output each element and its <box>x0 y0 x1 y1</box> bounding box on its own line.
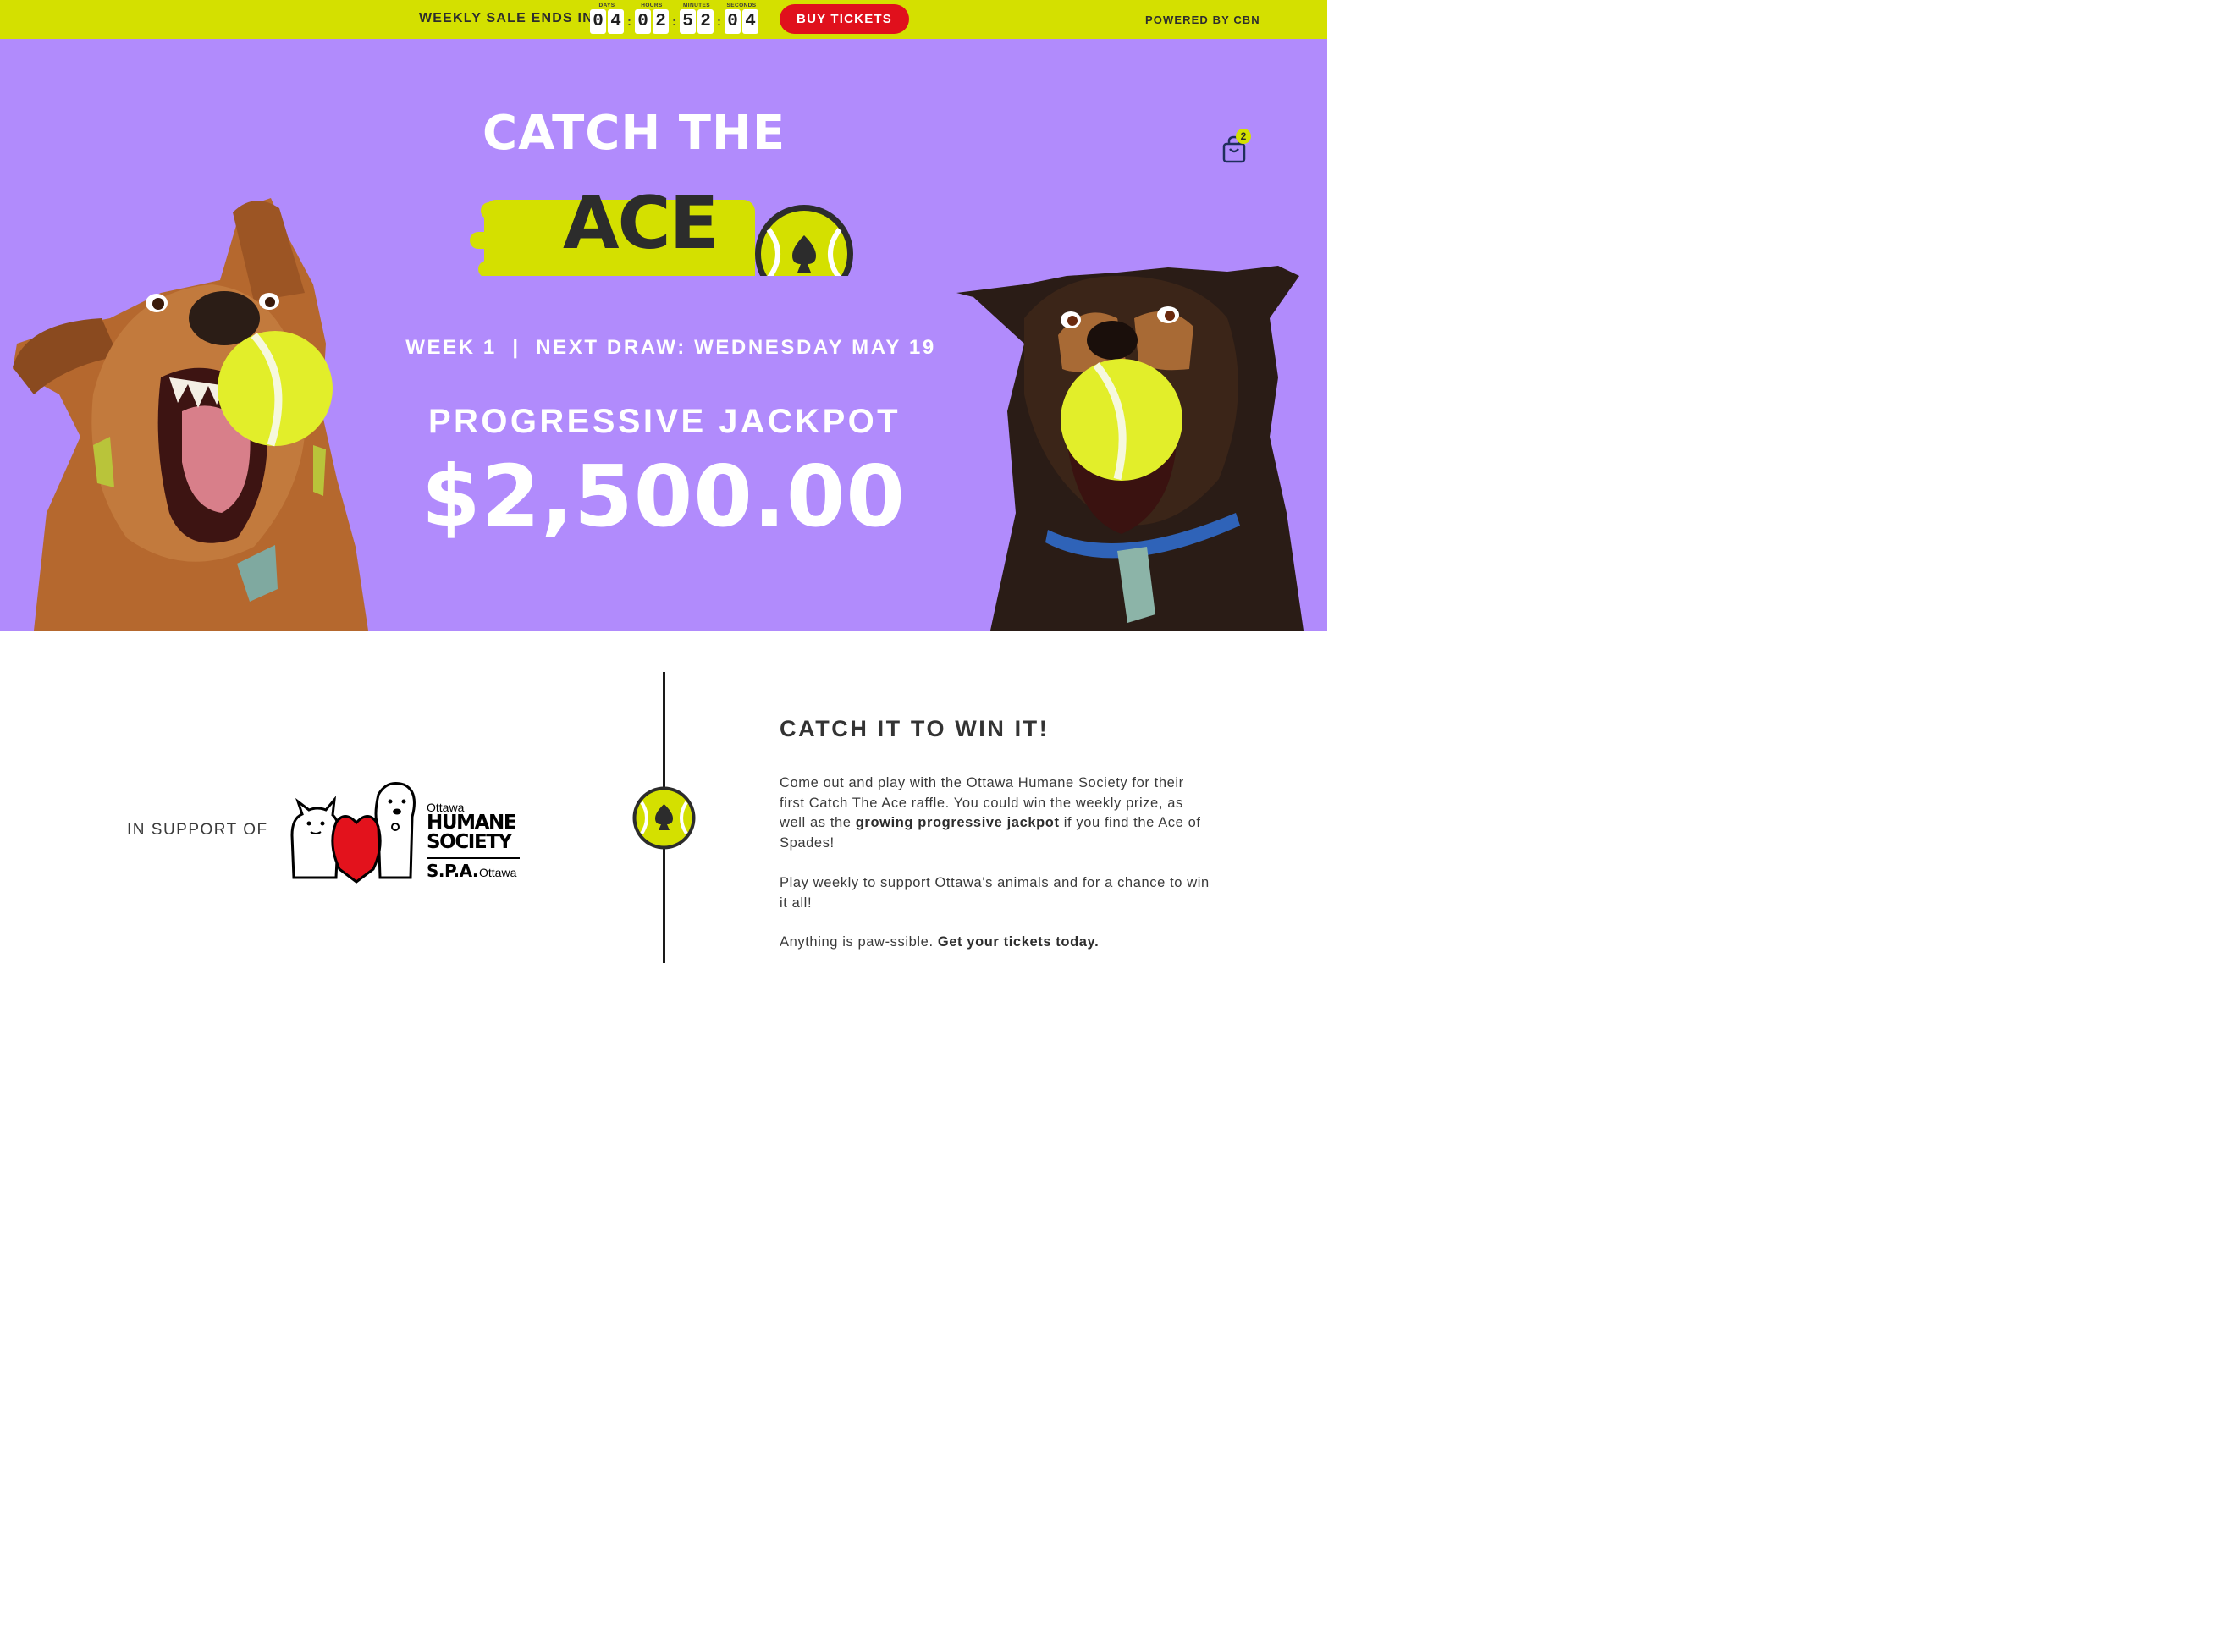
countdown-separator: : <box>717 14 721 28</box>
countdown-digit: 0 <box>590 9 606 34</box>
countdown-seconds-label: SECONDS <box>726 3 757 8</box>
next-draw-info: WEEK 1 | NEXT DRAW: WEDNESDAY MAY 19 <box>405 336 936 359</box>
countdown-digit: 2 <box>653 9 669 34</box>
countdown-digit: 4 <box>608 9 624 34</box>
logo-ottawa-text: Ottawa <box>479 866 517 879</box>
countdown-digit: 4 <box>742 9 758 34</box>
hero-banner: CATCH THE ACE 2 WEEK 1 | NEXT DRAW: WEDN… <box>0 39 1327 631</box>
description-paragraph: Play weekly to support Ottawa's animals … <box>780 875 1210 911</box>
countdown-days: DAYS 0 4 <box>590 2 624 34</box>
countdown-timer: DAYS 0 4 : HOURS 0 2 : MINUTES 5 2 : SEC… <box>590 2 758 34</box>
logo-society-text: SOCIETY <box>427 831 512 853</box>
description-paragraph: Come out and play with the Ottawa Humane… <box>780 775 1201 851</box>
ottawa-humane-society-logo[interactable]: Ottawa HUMANE SOCIETY S.P.A. Ottawa <box>285 776 524 884</box>
countdown-separator: : <box>672 14 676 28</box>
sale-ends-label: WEEKLY SALE ENDS IN: <box>419 11 599 25</box>
jackpot-amount: $2,500.00 <box>421 447 907 546</box>
countdown-separator: : <box>627 14 631 28</box>
countdown-minutes: MINUTES 5 2 <box>680 2 714 34</box>
in-support-of-label: IN SUPPORT OF <box>127 821 268 839</box>
powered-by-label: POWERED BY CBN <box>1145 14 1260 26</box>
countdown-digit: 0 <box>635 9 651 34</box>
call-to-action-text: Anything is paw-ssible. Get your tickets… <box>780 934 1100 950</box>
countdown-digit: 0 <box>725 9 741 34</box>
logo-divider <box>427 857 520 859</box>
jackpot-label: PROGRESSIVE JACKPOT <box>427 403 901 440</box>
cat-heart-dog-icon <box>290 782 416 884</box>
countdown-digit: 5 <box>680 9 696 34</box>
countdown-days-label: DAYS <box>598 3 615 8</box>
countdown-hours-label: HOURS <box>641 3 663 8</box>
cart-button[interactable]: 2 <box>1221 129 1255 163</box>
section-title: CATCH IT TO WIN IT! <box>780 716 1050 741</box>
cart-count-badge: 2 <box>1236 129 1251 144</box>
logo-catch-the-text: CATCH THE <box>482 106 786 161</box>
countdown-digit: 2 <box>697 9 714 34</box>
countdown-hours: HOURS 0 2 <box>635 2 669 34</box>
logo-ace-text: ACE <box>563 181 719 266</box>
logo-humane-text: HUMANE <box>427 812 517 834</box>
catch-the-ace-logo: CATCH THE ACE <box>466 107 863 276</box>
countdown-seconds: SECONDS 0 4 <box>725 2 758 34</box>
buy-tickets-button[interactable]: BUY TICKETS <box>780 4 909 34</box>
tennis-ball-spade-icon <box>632 786 696 850</box>
logo-spa-text: S.P.A. <box>427 861 479 881</box>
top-bar: WEEKLY SALE ENDS IN: DAYS 0 4 : HOURS 0 … <box>0 0 1327 39</box>
countdown-minutes-label: MINUTES <box>682 3 711 8</box>
